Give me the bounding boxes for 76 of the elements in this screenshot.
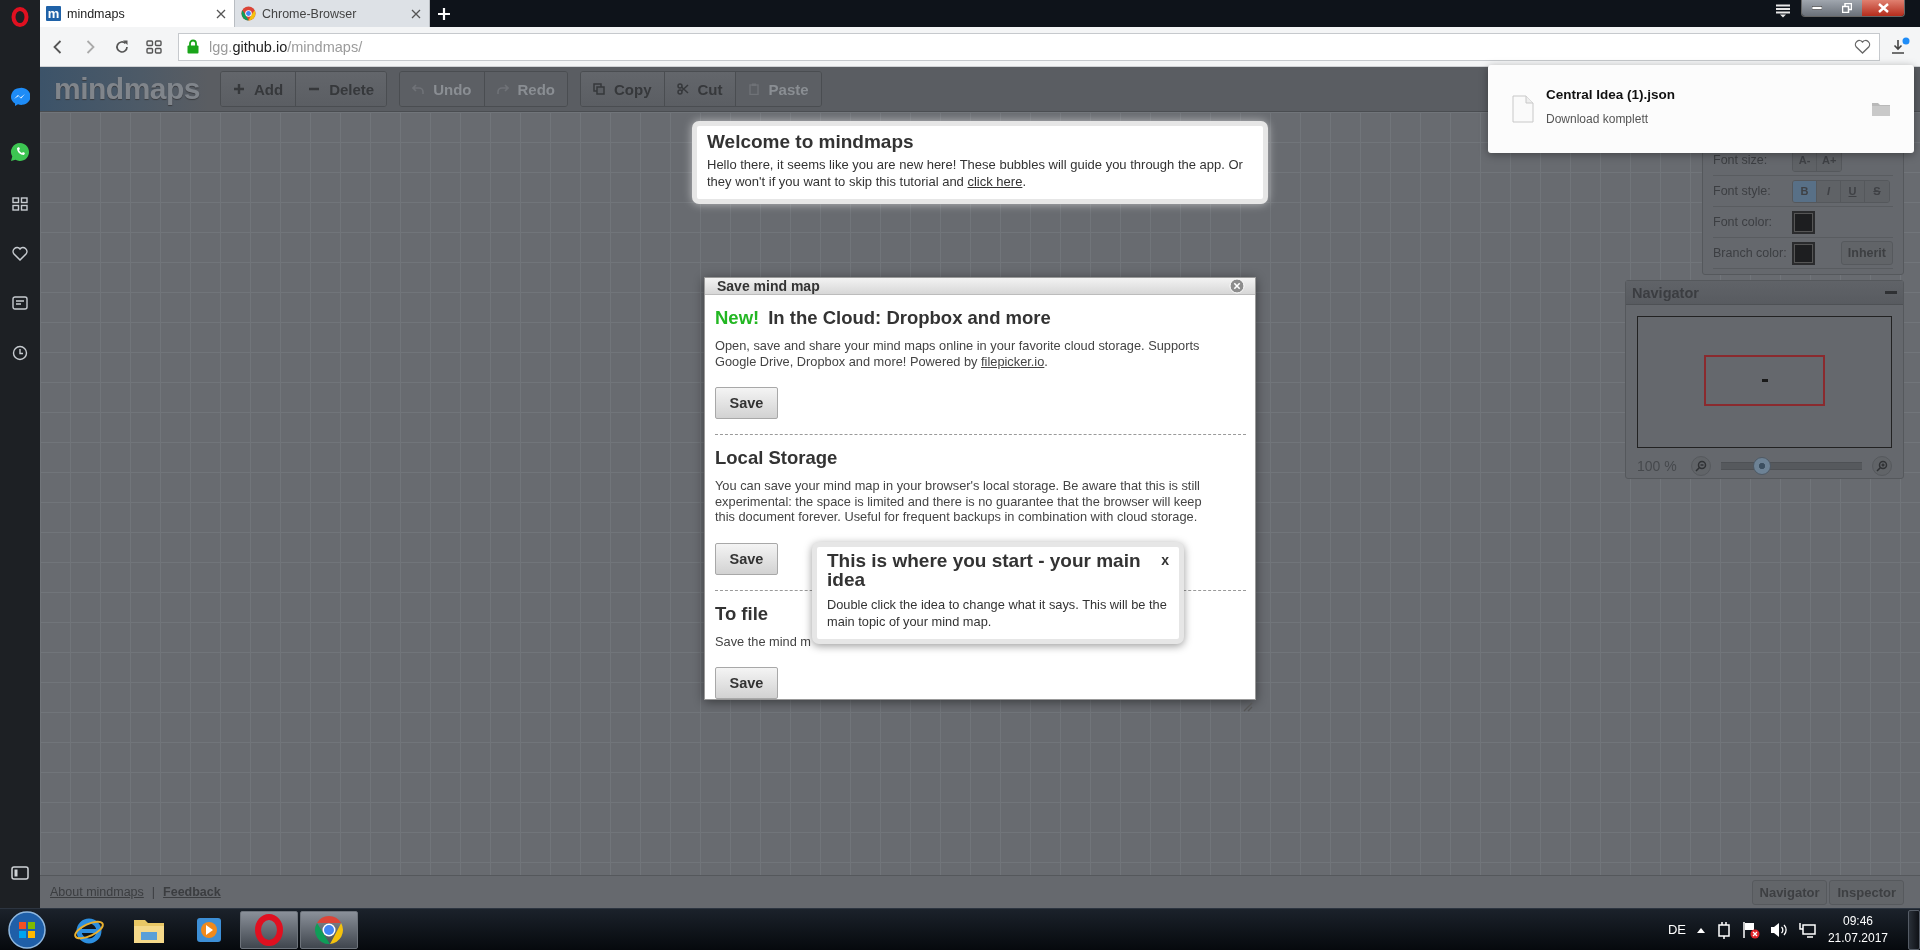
section-title: Local Storage [715, 447, 838, 469]
save-button[interactable]: Save [715, 542, 778, 575]
tricolor-circle-icon [313, 913, 345, 946]
section-text: Save the mind m [715, 633, 812, 649]
slider-thumb[interactable] [1752, 457, 1771, 475]
style-button[interactable]: B [1793, 180, 1817, 202]
time-text: 09:46 [1842, 912, 1873, 930]
close-icon[interactable] [216, 8, 226, 19]
close-icon [1877, 3, 1889, 13]
tab-title: Chrome-Browser [262, 6, 357, 21]
section-title: In the Cloud: Dropbox and more [768, 307, 1051, 329]
minimize-button[interactable] [1802, 0, 1832, 16]
taskbar-button[interactable] [300, 910, 358, 949]
node-mark [1761, 379, 1768, 382]
network-icon[interactable] [1797, 921, 1816, 938]
logo-icon[interactable] [11, 7, 29, 27]
dialog-title: Save mind map [717, 278, 820, 294]
restore-button[interactable] [1832, 0, 1862, 16]
heart-icon[interactable] [1854, 39, 1871, 54]
browser-tab[interactable]: Chrome-Browser [235, 0, 430, 27]
url-text: lgg.github.io/mindmaps/ [209, 38, 363, 55]
address-field[interactable]: lgg.github.io/mindmaps/ [178, 32, 1880, 61]
start-orb-icon [7, 909, 47, 950]
tab-title: mindmaps [67, 6, 125, 21]
tricolor-circle-icon [241, 6, 256, 21]
browser-tab[interactable]: m mindmaps [40, 0, 235, 27]
news-icon[interactable] [12, 296, 28, 310]
section-text: You can save your mind map in your browser's local storage. Be aware that this is still experimental: the space is limited and there is no guarantee that the browser will keep this document forever. Useful for frequent backups in combination with cloud storage. [715, 478, 1203, 525]
ring-icon [254, 913, 284, 946]
chat-bubble-icon[interactable] [10, 87, 30, 107]
close-text[interactable]: x [1161, 552, 1169, 568]
menu-icon[interactable] [1775, 4, 1791, 18]
file-icon [1512, 95, 1534, 123]
download-status: Download komplett [1546, 111, 1650, 126]
color-swatch[interactable] [1792, 241, 1815, 265]
save-button[interactable]: Save [715, 387, 778, 419]
language-indicator[interactable]: DE [1667, 922, 1686, 937]
restore-icon [1842, 3, 1852, 13]
section-text: Open, save and share your mind maps online in your favorite cloud storage. Supports Google Drive, Dropbox and more! Powered by filepicker.io. [715, 338, 1201, 369]
date-text: 21.07.2017 [1827, 929, 1888, 947]
start-button[interactable] [7, 909, 47, 950]
plus-icon [233, 83, 245, 95]
map-preview[interactable] [1637, 316, 1892, 448]
new-tab-icon[interactable] [438, 7, 450, 20]
flag-icon[interactable] [1741, 920, 1760, 939]
site-logo: m [46, 6, 61, 21]
phone-bubble-icon[interactable] [10, 142, 30, 162]
separator-text: | [151, 885, 156, 899]
resize-grip-icon[interactable] [1243, 702, 1253, 712]
zoom-in-icon [1876, 460, 1888, 472]
close-icon[interactable] [411, 8, 421, 19]
section-title: To file [715, 602, 769, 625]
bubble-text: Hello there, it seems like you are new here! These bubbles will guide you through the app. Or they won't if you want to skip this tutorial and click here. [707, 156, 1244, 190]
file-name[interactable]: Central Idea (1).json [1546, 86, 1676, 102]
color-swatch[interactable] [1792, 210, 1815, 234]
save-button[interactable]: Save [715, 667, 778, 699]
minimize-icon [1812, 6, 1822, 10]
copy-icon [593, 83, 606, 95]
grid-icon[interactable] [12, 197, 28, 211]
clock[interactable]: 09:46 21.07.2017 [1827, 912, 1888, 947]
bubble-text: Double click the idea to change what it says. This will be the main topic of your mind map. [827, 596, 1168, 630]
lock-icon [187, 39, 199, 54]
new-label: New! [715, 307, 760, 329]
clock-icon[interactable] [12, 345, 28, 361]
zoom-out-icon [1695, 460, 1707, 472]
speaker-icon[interactable] [1769, 921, 1788, 938]
show-desktop-button[interactable] [1908, 909, 1920, 950]
sidebar-toggle-icon[interactable] [11, 866, 29, 880]
close-button[interactable] [1862, 0, 1904, 16]
reload-icon[interactable] [114, 38, 130, 55]
bubble-title: This is where you start - your main idea [827, 551, 1142, 589]
grid-icon[interactable] [146, 39, 162, 54]
download-icon[interactable] [1890, 36, 1910, 57]
plug-icon[interactable] [1715, 920, 1732, 939]
bubble-title: Welcome to mindmaps [707, 131, 915, 153]
scissors-icon [676, 83, 689, 95]
